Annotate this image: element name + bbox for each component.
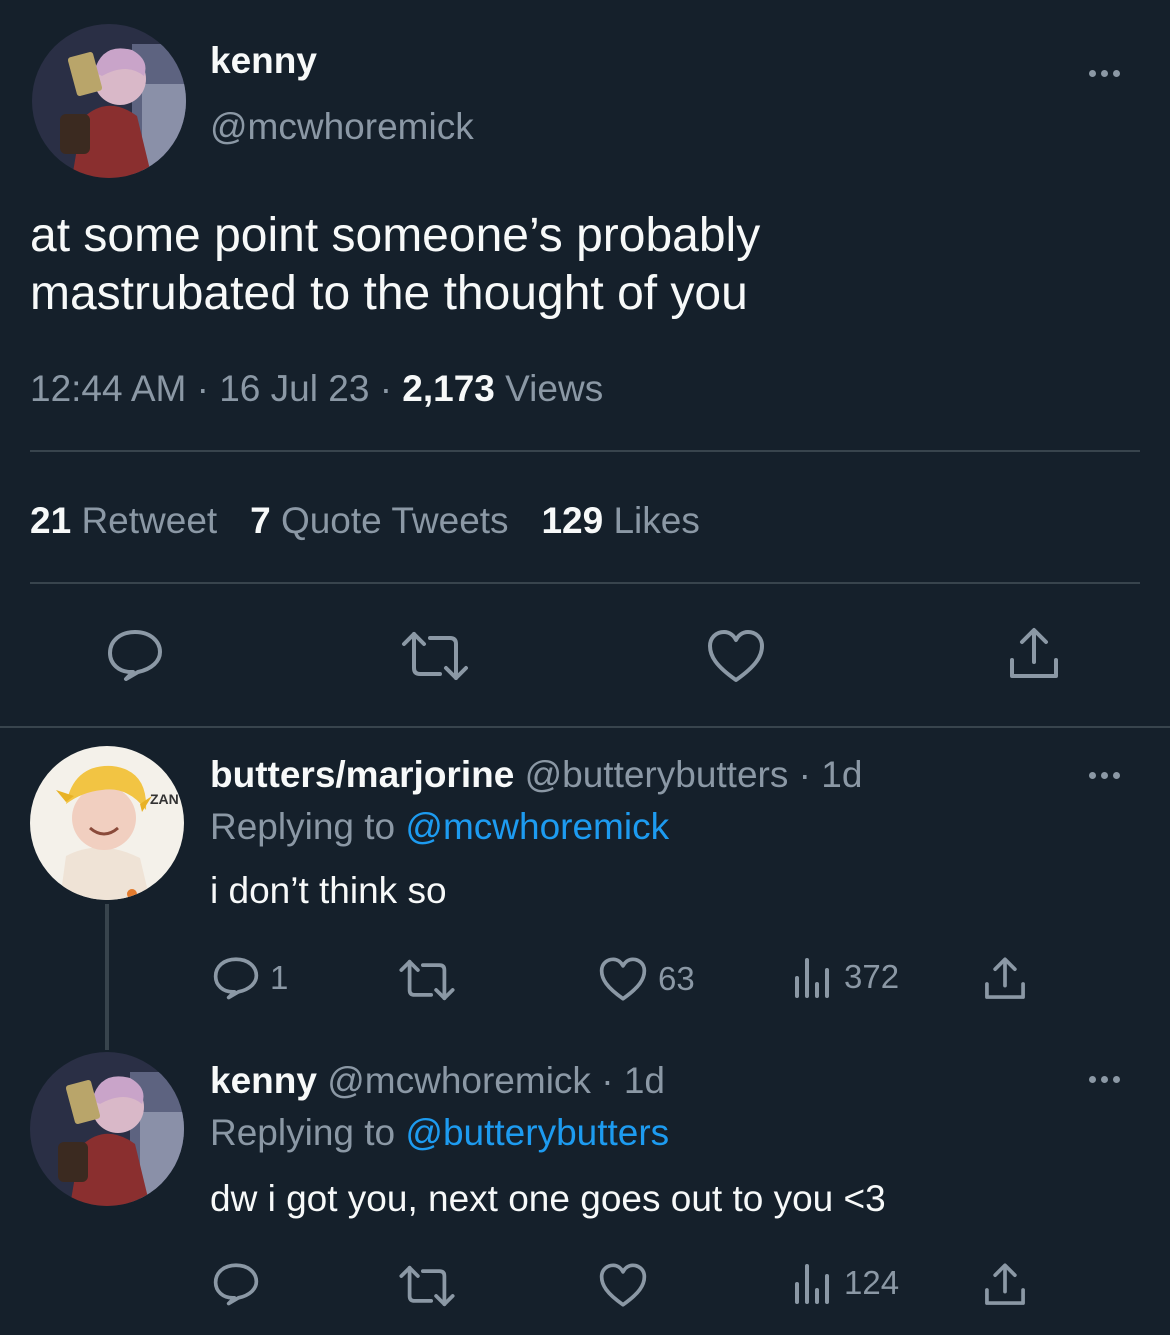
tweet-meta: 12:44 AM · 16 Jul 23 · 2,173 Views	[30, 368, 603, 410]
share-icon[interactable]	[1006, 626, 1062, 682]
reply2-retweet-button[interactable]	[398, 1264, 456, 1308]
views-label: Views	[505, 368, 604, 409]
reply1-reply-button[interactable]: 1	[212, 956, 288, 1000]
likes-count: 129	[541, 500, 604, 541]
main-handle[interactable]: @mcwhoremick	[210, 106, 474, 148]
tweet-text-line1: at some point someone’s probably	[30, 209, 761, 262]
reply2-views-button[interactable]: 124	[792, 1262, 899, 1304]
like-icon	[598, 956, 648, 1002]
tweet-stats: 21 Retweet 7 Quote Tweets 129 Likes	[30, 500, 700, 542]
reply2-display-name[interactable]: kenny	[210, 1060, 317, 1101]
avatar-badge-text: ZAN	[150, 791, 179, 807]
replying-to-link[interactable]: @butterybutters	[405, 1112, 669, 1153]
reply1-handle[interactable]: @butterybutters	[525, 754, 789, 795]
retweet-icon[interactable]	[400, 630, 470, 682]
more-icon[interactable]	[1089, 772, 1120, 779]
thread-line	[105, 904, 109, 1050]
replying-prefix: Replying to	[210, 806, 396, 847]
retweets-label: Retweet	[81, 500, 218, 541]
reply1-views-button[interactable]: 372	[792, 956, 899, 998]
quotes-count: 7	[250, 500, 271, 541]
meta-separator: ·	[379, 368, 393, 409]
likes-label: Likes	[613, 500, 700, 541]
reply1-display-name[interactable]: butters/marjorine	[210, 754, 514, 795]
reply2-like-button[interactable]	[598, 1262, 648, 1308]
quotes-stat[interactable]: 7 Quote Tweets	[250, 500, 508, 541]
retweet-icon	[398, 1264, 456, 1308]
share-icon[interactable]	[982, 956, 1028, 1002]
reply1-age[interactable]: 1d	[821, 754, 862, 795]
view-count: 372	[844, 958, 900, 995]
reply1-retweet-button[interactable]	[398, 958, 456, 1002]
likes-stat[interactable]: 129 Likes	[541, 500, 699, 541]
section-divider	[0, 726, 1170, 728]
reply2-age[interactable]: 1d	[624, 1060, 665, 1101]
replying-to-link[interactable]: @mcwhoremick	[405, 806, 669, 847]
views-count: 2,173	[402, 368, 495, 409]
retweet-icon	[398, 958, 456, 1002]
tweet-date[interactable]: 16 Jul 23	[219, 368, 369, 409]
tweet-time[interactable]: 12:44 AM	[30, 368, 186, 409]
reply2-handle[interactable]: @mcwhoremick	[327, 1060, 591, 1101]
tweet-text-line2: mastrubated to the thought of you	[30, 267, 748, 320]
divider	[30, 582, 1140, 584]
reply2-header: kenny @mcwhoremick · 1d	[210, 1060, 665, 1102]
share-icon[interactable]	[982, 1262, 1028, 1308]
avatar-kenny[interactable]	[32, 24, 186, 178]
reply-icon[interactable]	[106, 628, 164, 682]
quotes-label: Quote Tweets	[280, 500, 509, 541]
divider	[30, 450, 1140, 452]
views-icon	[792, 1262, 834, 1304]
reply2-text: dw i got you, next one goes out to you <…	[210, 1178, 886, 1219]
view-count: 124	[844, 1264, 900, 1301]
like-count: 63	[658, 960, 695, 997]
main-display-name[interactable]: kenny	[210, 40, 317, 82]
meta-separator: ·	[601, 1060, 614, 1101]
reply1-like-button[interactable]: 63	[598, 956, 695, 1002]
reply1-replying-to: Replying to @mcwhoremick	[210, 806, 669, 848]
views-icon	[792, 956, 834, 998]
reply1-text: i don’t think so	[210, 870, 447, 911]
reply2-replying-to: Replying to @butterybutters	[210, 1112, 669, 1154]
avatar-image	[32, 24, 186, 178]
replying-prefix: Replying to	[210, 1112, 396, 1153]
like-icon[interactable]	[706, 628, 766, 684]
like-icon	[598, 1262, 648, 1308]
avatar-image: ZAN	[30, 746, 184, 900]
reply-icon	[212, 956, 260, 1000]
avatar-kenny[interactable]	[30, 1052, 184, 1206]
avatar-butters[interactable]: ZAN	[30, 746, 184, 900]
retweets-stat[interactable]: 21 Retweet	[30, 500, 217, 541]
meta-separator: ·	[798, 754, 811, 795]
more-icon[interactable]	[1089, 70, 1120, 77]
reply1-header: butters/marjorine @butterybutters · 1d	[210, 754, 862, 796]
more-icon[interactable]	[1089, 1076, 1120, 1083]
reply-icon	[212, 1262, 260, 1306]
reply-count: 1	[270, 959, 289, 996]
retweets-count: 21	[30, 500, 72, 541]
avatar-image	[30, 1052, 184, 1206]
meta-separator: ·	[196, 368, 209, 409]
reply2-reply-button[interactable]	[212, 1262, 260, 1306]
